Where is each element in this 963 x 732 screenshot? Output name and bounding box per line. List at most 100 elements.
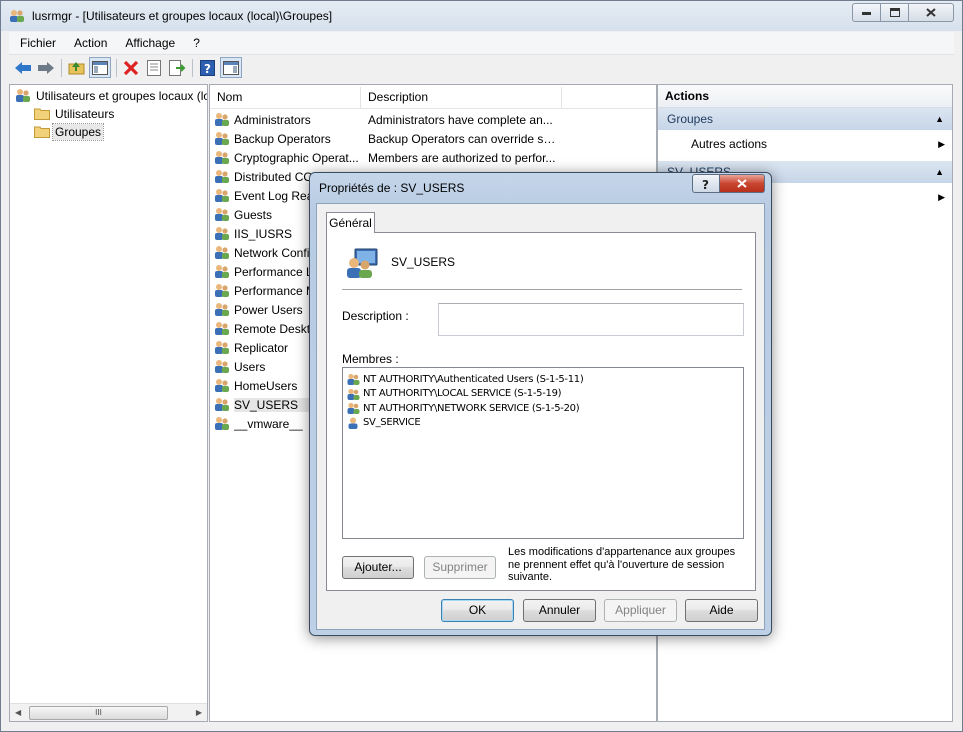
tree-horizontal-scrollbar[interactable]: ◀ III ▶ xyxy=(10,703,207,721)
menu-bar: Fichier Action Affichage ? xyxy=(9,32,954,55)
properties-icon xyxy=(147,59,161,76)
toolbar-separator xyxy=(61,58,62,77)
group-icon xyxy=(215,398,229,411)
delete-x-icon xyxy=(123,60,139,75)
ok-button[interactable]: OK xyxy=(441,599,514,622)
delete-button[interactable] xyxy=(121,58,141,78)
group-icon xyxy=(215,170,229,183)
remove-member-button[interactable]: Supprimer xyxy=(424,556,496,579)
group-name-cell: Cryptographic Operat... xyxy=(234,150,359,165)
show-hide-tree-button[interactable] xyxy=(89,57,111,78)
window-title: lusrmgr - [Utilisateurs et groupes locau… xyxy=(32,9,333,23)
group-icon xyxy=(215,208,229,221)
group-name-cell: Administrators xyxy=(234,112,311,127)
group-icon xyxy=(215,303,229,316)
close-icon xyxy=(926,8,936,17)
table-row[interactable]: Cryptographic Operat... Members are autho… xyxy=(214,148,555,167)
submenu-arrow-icon: ▶ xyxy=(938,139,945,149)
group-icon xyxy=(347,402,360,414)
close-icon xyxy=(737,179,747,188)
menu-affichage[interactable]: Affichage xyxy=(114,36,182,50)
menu-help[interactable]: ? xyxy=(182,36,207,50)
export-list-button[interactable] xyxy=(167,58,187,78)
table-row[interactable]: Backup Operators Backup Operators can ove… xyxy=(214,129,558,148)
dialog-title: Propriétés de : SV_USERS xyxy=(319,181,465,195)
tree-item-utilisateurs[interactable]: Utilisateurs xyxy=(34,105,116,122)
column-header-description[interactable]: Description xyxy=(361,87,562,108)
tree-root[interactable]: Utilisateurs et groupes locaux (lo xyxy=(15,87,207,104)
description-input[interactable] xyxy=(438,303,744,336)
back-button[interactable] xyxy=(13,58,33,78)
list-header: Nom Description xyxy=(210,87,656,109)
group-icon xyxy=(347,373,360,385)
list-item[interactable]: NT AUTHORITY\NETWORK SERVICE (S-1-5-20) xyxy=(347,401,580,415)
help-button[interactable]: Aide xyxy=(685,599,758,622)
console-tree-icon xyxy=(92,60,108,75)
members-list[interactable]: NT AUTHORITY\Authenticated Users (S-1-5-… xyxy=(342,367,744,539)
tree-item-label: Utilisateurs xyxy=(55,106,115,121)
folder-up-icon xyxy=(68,62,84,75)
properties-button[interactable] xyxy=(144,58,164,78)
apply-button[interactable]: Appliquer xyxy=(604,599,677,622)
console-tree-pane[interactable]: Utilisateurs et groupes locaux (lo Utili… xyxy=(9,84,208,722)
group-icon xyxy=(215,360,229,373)
column-header-name[interactable]: Nom xyxy=(210,87,361,108)
close-window-button[interactable] xyxy=(909,3,954,22)
group-icon xyxy=(215,379,229,392)
actions-section-groupes[interactable]: Groupes ▲ xyxy=(658,108,952,130)
menu-action[interactable]: Action xyxy=(63,36,114,50)
help-toolbar-button[interactable]: ? xyxy=(197,58,217,78)
group-description-cell: Backup Operators can override se... xyxy=(368,131,558,146)
scroll-left-arrow-icon[interactable]: ◀ xyxy=(15,708,21,717)
group-icon xyxy=(215,246,229,259)
help-icon: ? xyxy=(199,59,215,76)
arrow-right-icon xyxy=(38,61,54,74)
action-autres-actions[interactable]: Autres actions ▶ xyxy=(691,134,952,154)
group-icon xyxy=(215,227,229,240)
member-name: NT AUTHORITY\LOCAL SERVICE (S-1-5-19) xyxy=(363,388,562,399)
folder-open-icon xyxy=(34,126,50,138)
separator xyxy=(342,289,742,290)
dialog-help-button[interactable]: ? xyxy=(692,174,720,193)
membership-note: Les modifications d'appartenance aux gro… xyxy=(508,546,736,583)
scrollbar-thumb[interactable]: III xyxy=(29,706,168,720)
add-member-button[interactable]: Ajouter... xyxy=(342,556,414,579)
group-icon xyxy=(215,417,229,430)
tree-item-groupes[interactable]: Groupes xyxy=(34,122,105,141)
list-item[interactable]: SV_SERVICE xyxy=(347,416,421,430)
description-label: Description : xyxy=(342,309,409,323)
group-description-cell: Administrators have complete an... xyxy=(368,112,553,127)
actions-title: Actions xyxy=(658,85,952,108)
forward-button[interactable] xyxy=(36,58,56,78)
group-icon xyxy=(347,248,378,278)
submenu-arrow-icon: ▶ xyxy=(938,192,945,202)
group-icon xyxy=(215,265,229,278)
title-bar[interactable]: lusrmgr - [Utilisateurs et groupes locau… xyxy=(1,1,962,31)
up-level-button[interactable] xyxy=(66,58,86,78)
minimize-button[interactable] xyxy=(852,3,881,22)
group-icon xyxy=(215,189,229,202)
group-icon xyxy=(347,388,360,400)
group-name: SV_USERS xyxy=(391,255,456,269)
users-app-icon xyxy=(10,10,24,22)
toolbar-separator xyxy=(116,58,117,77)
status-bar xyxy=(9,723,954,731)
members-label: Membres : xyxy=(342,352,399,366)
show-hide-action-pane-button[interactable] xyxy=(220,57,242,78)
cancel-button[interactable]: Annuler xyxy=(523,599,596,622)
toolbar-separator xyxy=(192,58,193,77)
minimize-icon xyxy=(862,11,871,15)
collapse-up-icon[interactable]: ▲ xyxy=(935,161,944,183)
group-icon xyxy=(215,151,229,164)
table-row[interactable]: Administrators Administrators have comple… xyxy=(214,110,553,129)
maximize-button[interactable] xyxy=(881,3,909,22)
collapse-up-icon[interactable]: ▲ xyxy=(935,108,944,130)
dialog-close-button[interactable] xyxy=(720,174,765,193)
tab-general[interactable]: Général xyxy=(326,212,375,233)
menu-fichier[interactable]: Fichier xyxy=(9,36,63,50)
scroll-right-arrow-icon[interactable]: ▶ xyxy=(196,708,202,717)
list-item[interactable]: NT AUTHORITY\Authenticated Users (S-1-5-… xyxy=(347,372,584,386)
user-icon xyxy=(348,417,358,429)
list-item[interactable]: NT AUTHORITY\LOCAL SERVICE (S-1-5-19) xyxy=(347,387,562,401)
dialog-body: Général SV_USERS Description : Membres :… xyxy=(316,203,765,630)
